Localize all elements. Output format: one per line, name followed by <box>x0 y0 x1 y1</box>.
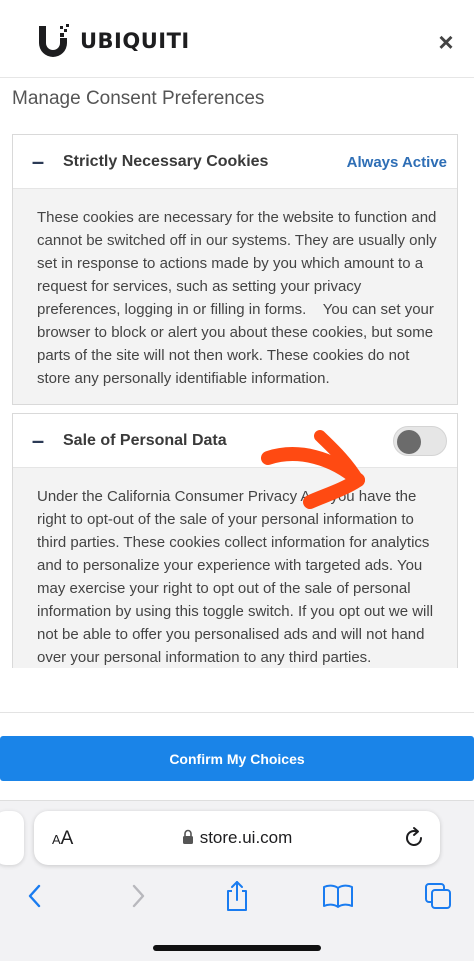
forward-icon[interactable] <box>118 876 158 916</box>
share-icon[interactable] <box>217 876 257 916</box>
section-header[interactable]: – Sale of Personal Data <box>13 414 457 468</box>
home-indicator[interactable] <box>153 945 321 951</box>
address-bar[interactable]: AA store.ui.com <box>34 811 440 865</box>
section-description: These cookies are necessary for the webs… <box>13 189 457 404</box>
section-description: Under the California Consumer Privacy Ac… <box>13 468 457 668</box>
tabs-icon[interactable] <box>418 876 458 916</box>
section-sale-of-personal-data: – Sale of Personal Data Under the Califo… <box>12 413 458 668</box>
minus-icon[interactable]: – <box>13 149 63 175</box>
consent-scroll-area[interactable]: – Strictly Necessary Cookies Always Acti… <box>12 134 458 668</box>
page-title: Manage Consent Preferences <box>12 88 265 109</box>
footer-divider <box>0 712 474 713</box>
section-header[interactable]: – Strictly Necessary Cookies Always Acti… <box>13 135 457 189</box>
back-icon[interactable] <box>15 876 55 916</box>
close-icon[interactable]: × <box>432 28 460 56</box>
confirm-choices-button[interactable]: Confirm My Choices <box>0 736 474 781</box>
toggle-knob <box>397 430 421 454</box>
always-active-label: Always Active <box>346 154 447 171</box>
ubiquiti-logo: UBIQUITI <box>36 24 190 58</box>
bookmarks-icon[interactable] <box>318 876 358 916</box>
lock-icon <box>182 829 193 844</box>
url-text: store.ui.com <box>199 828 293 847</box>
browser-nav-bar <box>0 876 474 916</box>
sale-of-data-toggle[interactable] <box>393 426 447 456</box>
ubiquiti-u-icon <box>39 24 69 57</box>
previous-tab-card[interactable] <box>0 811 24 865</box>
brand-name: UBIQUITI <box>80 29 190 53</box>
reload-icon[interactable] <box>402 826 426 850</box>
section-title: Strictly Necessary Cookies <box>63 152 269 170</box>
minus-icon[interactable]: – <box>13 428 63 454</box>
url-display: store.ui.com <box>34 828 440 848</box>
section-strictly-necessary: – Strictly Necessary Cookies Always Acti… <box>12 134 458 405</box>
section-title: Sale of Personal Data <box>63 431 227 449</box>
consent-header: UBIQUITI × <box>0 0 474 78</box>
